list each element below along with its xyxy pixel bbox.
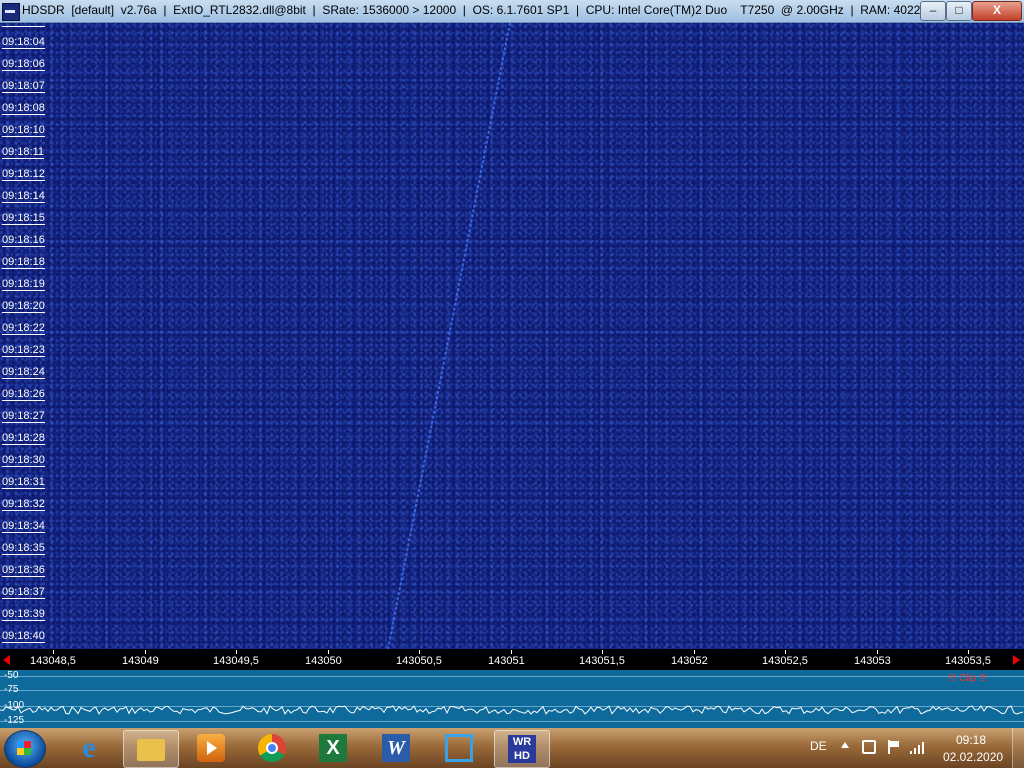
frequency-label: 143051 bbox=[488, 655, 525, 667]
time-label: 09:18:06 bbox=[2, 58, 45, 71]
folder-icon bbox=[137, 739, 165, 761]
time-label: 09:18:37 bbox=[2, 586, 45, 599]
taskbar-internet-explorer[interactable]: e bbox=[62, 730, 116, 766]
signal-bar bbox=[922, 742, 924, 754]
time-label: 09:18:08 bbox=[2, 102, 45, 115]
signal-bar bbox=[918, 745, 920, 754]
signal-bar bbox=[914, 748, 916, 754]
time-label: 09:18:18 bbox=[2, 256, 45, 269]
time-label: 09:18:03 bbox=[2, 23, 45, 27]
time-label: 09:18:23 bbox=[2, 344, 45, 357]
hdsdr-icon: WR HD bbox=[508, 735, 536, 763]
waterfall-display[interactable]: 09:18:03 09:18:04 09:18:06 09:18:07 09:18:08… bbox=[0, 23, 1024, 649]
time-label: 09:18:32 bbox=[2, 498, 45, 511]
show-hidden-icons-arrow[interactable] bbox=[841, 742, 849, 748]
excel-icon: X bbox=[319, 734, 347, 762]
close-button[interactable]: X bbox=[972, 1, 1022, 21]
time-label: 09:18:30 bbox=[2, 454, 45, 467]
frequency-label: 143050,5 bbox=[396, 655, 442, 667]
time-label: 09:18:31 bbox=[2, 476, 45, 489]
clip-warning: !!! Clip !!! bbox=[948, 673, 988, 684]
time-label: 09:18:35 bbox=[2, 542, 45, 555]
chrome-icon bbox=[258, 734, 286, 762]
media-player-icon bbox=[197, 734, 225, 762]
frequency-tick bbox=[53, 650, 54, 654]
frequency-label: 143050 bbox=[305, 655, 342, 667]
time-label: 09:18:07 bbox=[2, 80, 45, 93]
time-label: 09:18:24 bbox=[2, 366, 45, 379]
spectrum-trace bbox=[0, 705, 1024, 715]
spectrum-display[interactable]: -50 -75 -100 -125 !!! Clip !!! bbox=[0, 670, 1024, 728]
frequency-label: 143053 bbox=[854, 655, 891, 667]
taskbar-hdsdr[interactable]: WR HD bbox=[494, 730, 550, 768]
frequency-tick bbox=[968, 650, 969, 654]
frequency-label: 143051,5 bbox=[579, 655, 625, 667]
internet-explorer-icon: e bbox=[82, 731, 96, 764]
taskbar-snipping-tool[interactable] bbox=[432, 730, 486, 766]
frequency-label: 143053,5 bbox=[945, 655, 991, 667]
time-label: 09:18:12 bbox=[2, 168, 45, 181]
frequency-tick bbox=[419, 650, 420, 654]
frequency-label: 143052 bbox=[671, 655, 708, 667]
clock-date[interactable]: 02.02.2020 bbox=[943, 750, 1003, 764]
time-label: 09:18:15 bbox=[2, 212, 45, 225]
action-center-flag-icon[interactable] bbox=[886, 740, 900, 754]
scroll-right-arrow[interactable] bbox=[1013, 655, 1020, 665]
window-title: HDSDR [default] v2.76a | ExtIO_RTL2832.d… bbox=[22, 3, 939, 17]
frequency-tick bbox=[145, 650, 146, 654]
signal-bar bbox=[910, 751, 912, 754]
usb-icon[interactable] bbox=[862, 740, 876, 754]
taskbar: e X W WR HD DE 09:18 02.02.2020 bbox=[0, 728, 1024, 768]
time-label: 09:18:11 bbox=[2, 146, 45, 159]
word-icon: W bbox=[382, 734, 410, 762]
language-indicator[interactable]: DE bbox=[810, 739, 827, 753]
time-label: 09:18:39 bbox=[2, 608, 45, 621]
frequency-label: 143052,5 bbox=[762, 655, 808, 667]
snipping-tool-icon bbox=[445, 734, 473, 762]
time-label: 09:18:04 bbox=[2, 36, 45, 49]
scroll-left-arrow[interactable] bbox=[3, 655, 10, 665]
signal-trace bbox=[387, 23, 511, 649]
time-label: 09:18:40 bbox=[2, 630, 45, 643]
frequency-tick bbox=[877, 650, 878, 654]
taskbar-chrome[interactable] bbox=[245, 730, 299, 766]
time-label: 09:18:16 bbox=[2, 234, 45, 247]
frequency-label: 143049,5 bbox=[213, 655, 259, 667]
taskbar-word[interactable]: W bbox=[369, 730, 423, 766]
show-desktop-button[interactable] bbox=[1012, 728, 1024, 768]
time-label: 09:18:22 bbox=[2, 322, 45, 335]
time-label: 09:18:14 bbox=[2, 190, 45, 203]
time-label: 09:18:34 bbox=[2, 520, 45, 533]
hdsdr-app-icon[interactable] bbox=[2, 3, 20, 21]
time-label: 09:18:10 bbox=[2, 124, 45, 137]
frequency-tick bbox=[694, 650, 695, 654]
frequency-tick bbox=[785, 650, 786, 654]
start-button[interactable] bbox=[4, 730, 46, 768]
time-axis: 09:18:03 09:18:04 09:18:06 09:18:07 09:18:08… bbox=[0, 23, 46, 649]
frequency-scale[interactable]: 143048,5 143049 143049,5 143050 143050,5 1430… bbox=[0, 650, 1024, 670]
clock-time[interactable]: 09:18 bbox=[956, 733, 986, 747]
minimize-button[interactable]: – bbox=[920, 1, 946, 21]
frequency-tick bbox=[511, 650, 512, 654]
frequency-tick bbox=[236, 650, 237, 654]
frequency-label: 143048,5 bbox=[30, 655, 76, 667]
time-label: 09:18:26 bbox=[2, 388, 45, 401]
time-label: 09:18:36 bbox=[2, 564, 45, 577]
taskbar-excel[interactable]: X bbox=[306, 730, 360, 766]
time-label: 09:18:20 bbox=[2, 300, 45, 313]
frequency-label: 143049 bbox=[122, 655, 159, 667]
frequency-tick bbox=[328, 650, 329, 654]
frequency-tick bbox=[602, 650, 603, 654]
taskbar-media-player[interactable] bbox=[184, 730, 238, 766]
network-signal-icon[interactable] bbox=[910, 740, 926, 754]
title-bar[interactable]: HDSDR [default] v2.76a | ExtIO_RTL2832.d… bbox=[0, 0, 1024, 23]
time-label: 09:18:28 bbox=[2, 432, 45, 445]
time-label: 09:18:27 bbox=[2, 410, 45, 423]
time-label: 09:18:19 bbox=[2, 278, 45, 291]
maximize-button[interactable]: □ bbox=[946, 1, 972, 21]
taskbar-windows-explorer[interactable] bbox=[123, 730, 179, 768]
